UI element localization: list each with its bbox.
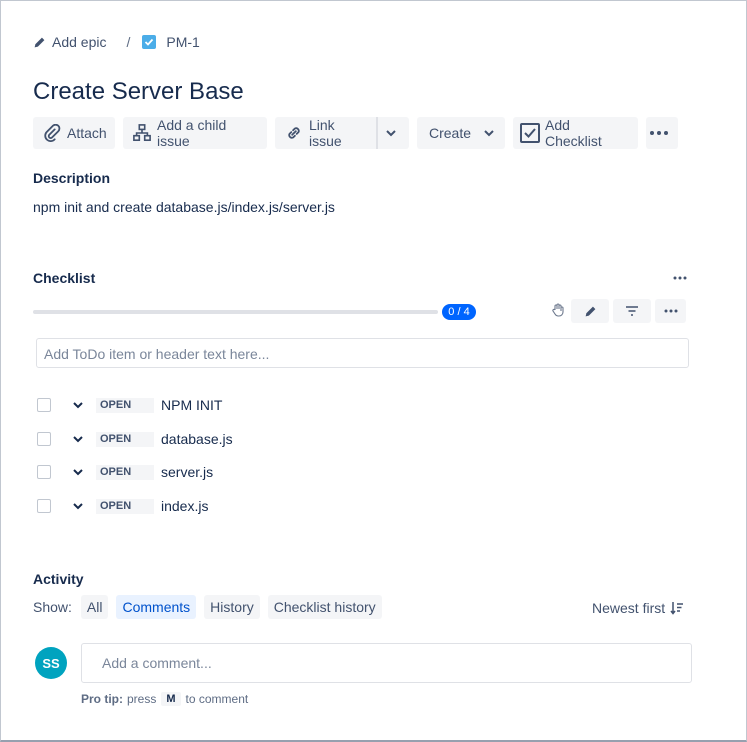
link-issue-button[interactable]: Link issue [275, 117, 376, 149]
filter-all-button[interactable]: All [80, 595, 109, 619]
item-checkbox[interactable] [37, 432, 51, 446]
checklist-item[interactable]: OPEN NPM INIT [37, 395, 222, 415]
add-child-issue-button[interactable]: Add a child issue [123, 117, 267, 149]
chevron-down-icon[interactable] [73, 401, 87, 409]
activity-filters: Show: All Comments History Checklist his… [33, 595, 390, 619]
sort-label: Newest first [592, 600, 666, 616]
pro-tip: Pro tip: press M to comment [81, 692, 248, 706]
description-text[interactable]: npm init and create database.js/index.js… [33, 199, 335, 215]
filter-history-button[interactable]: History [204, 595, 260, 619]
item-status-lozenge[interactable]: OPEN [96, 431, 154, 447]
checklist-more-button[interactable] [673, 272, 687, 284]
breadcrumb: Add epic / PM-1 [33, 31, 200, 53]
filter-checklist-button[interactable] [613, 299, 651, 323]
issue-title[interactable]: Create Server Base [33, 78, 244, 106]
checklist-progress-bar [33, 310, 438, 314]
breadcrumb-separator: / [126, 34, 131, 50]
add-checklist-button[interactable]: Add Checklist [513, 117, 638, 149]
item-checkbox[interactable] [37, 465, 51, 479]
item-label: index.js [161, 498, 209, 514]
show-label: Show: [33, 599, 72, 615]
more-actions-button[interactable] [646, 117, 678, 149]
item-checkbox[interactable] [37, 398, 51, 412]
item-label: NPM INIT [161, 397, 223, 413]
checklist-item[interactable]: OPEN index.js [37, 496, 208, 516]
item-checkbox[interactable] [37, 499, 51, 513]
filter-checklist-history-button[interactable]: Checklist history [267, 595, 382, 619]
item-label: database.js [161, 431, 233, 447]
checklist-item[interactable]: OPEN server.js [37, 462, 213, 482]
create-label: Create [429, 125, 472, 141]
hide-checked-toggle[interactable] [549, 300, 567, 320]
description-heading: Description [33, 170, 111, 186]
window-frame [0, 0, 747, 742]
checklist-heading: Checklist [33, 270, 96, 286]
item-status-lozenge[interactable]: OPEN [96, 464, 154, 480]
create-dropdown-button[interactable]: Create [417, 117, 505, 149]
pro-tip-label: Pro tip: [81, 692, 123, 706]
link-issue-dropdown[interactable] [376, 117, 409, 149]
pro-tip-press: press [127, 692, 157, 706]
more-icon [650, 131, 674, 135]
task-type-icon [142, 35, 157, 49]
attach-label: Attach [67, 125, 107, 141]
issue-toolbar: Attach Add a child issue Link issue Crea… [33, 117, 686, 149]
hand-icon [552, 303, 564, 317]
pro-tip-suffix: to comment [185, 692, 249, 706]
chevron-down-icon [483, 127, 501, 139]
shortcut-key: M [161, 692, 181, 706]
avatar[interactable]: SS [35, 647, 67, 679]
pencil-icon [584, 305, 597, 318]
add-epic-link[interactable]: Add epic [52, 34, 106, 50]
add-checklist-label: Add Checklist [545, 117, 602, 149]
chevron-down-icon[interactable] [73, 468, 87, 476]
pencil-icon [33, 36, 46, 49]
item-status-lozenge[interactable]: OPEN [96, 397, 154, 413]
checklist-icon [519, 122, 547, 144]
link-issue-label: Link issue [309, 117, 342, 149]
sort-descending-icon [670, 601, 684, 615]
filter-comments-button[interactable]: Comments [116, 595, 197, 619]
more-icon [673, 276, 687, 280]
chevron-down-icon[interactable] [73, 435, 87, 443]
more-icon [664, 309, 678, 313]
attach-button[interactable]: Attach [33, 117, 115, 149]
hierarchy-icon [133, 124, 157, 142]
comment-input[interactable]: Add a comment... [81, 643, 692, 683]
issue-key-link[interactable]: PM-1 [166, 34, 199, 50]
checklist-progress-badge: 0 / 4 [442, 304, 476, 320]
edit-checklist-button[interactable] [571, 299, 609, 323]
chevron-down-icon [385, 127, 403, 139]
chevron-down-icon[interactable] [73, 502, 87, 510]
activity-heading: Activity [33, 571, 84, 587]
sort-order-button[interactable]: Newest first [592, 598, 684, 618]
checklist-item[interactable]: OPEN database.js [37, 429, 233, 449]
paperclip-icon [43, 124, 67, 142]
item-label: server.js [161, 464, 214, 480]
checklist-item-input[interactable]: Add ToDo item or header text here... [36, 338, 689, 368]
item-status-lozenge[interactable]: OPEN [96, 498, 154, 514]
add-child-issue-label: Add a child issue [157, 117, 227, 149]
link-icon [285, 124, 309, 142]
checklist-options-button[interactable] [655, 299, 686, 323]
filter-icon [625, 306, 639, 316]
